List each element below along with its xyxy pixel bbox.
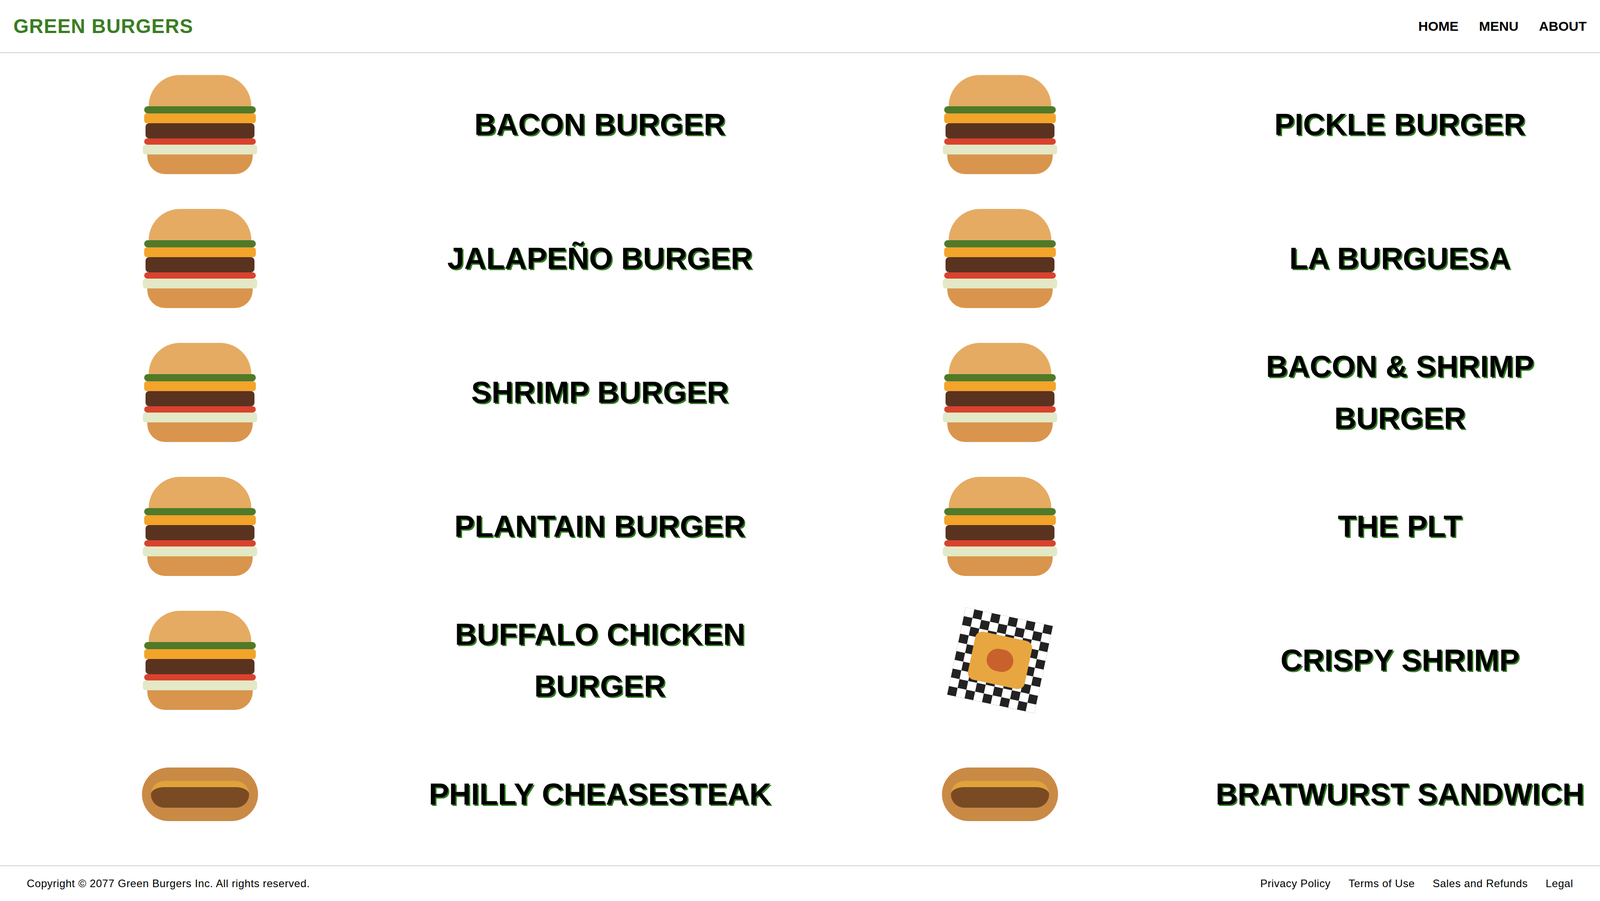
nav-link[interactable]: MENU bbox=[1479, 16, 1519, 37]
sandwich-photo bbox=[139, 760, 261, 828]
menu-item[interactable]: PICKLE BURGER bbox=[800, 57, 1600, 192]
menu-item[interactable]: PHILLY CHEASESTEAK bbox=[0, 727, 800, 862]
menu-item-name[interactable]: BUFFALO CHICKEN BURGER bbox=[408, 608, 792, 712]
basket-photo bbox=[941, 602, 1059, 719]
burger-photo bbox=[941, 208, 1059, 309]
menu-item-name[interactable]: THE PLT bbox=[1337, 500, 1463, 553]
menu-item[interactable]: BACON & SHRIMP BURGER bbox=[800, 325, 1600, 460]
burger-photo bbox=[941, 342, 1059, 442]
burger-photo bbox=[941, 476, 1059, 576]
menu-item[interactable]: THE PLT bbox=[800, 459, 1600, 594]
menu-item[interactable]: SHRIMP BURGER bbox=[0, 325, 800, 460]
menu-item-name[interactable]: BRATWURST SANDWICH bbox=[1215, 768, 1585, 821]
footer-link[interactable]: Privacy Policy bbox=[1260, 875, 1331, 892]
menu-item-name[interactable]: JALAPEÑO BURGER bbox=[447, 232, 753, 285]
menu-item[interactable]: BACON BURGER bbox=[0, 57, 800, 192]
burger-photo bbox=[141, 342, 259, 442]
footer: Copyright © 2077 Green Burgers Inc. All … bbox=[0, 865, 1600, 901]
burger-photo bbox=[141, 208, 259, 309]
menu-item-name[interactable]: SHRIMP BURGER bbox=[471, 366, 730, 419]
logo[interactable]: GREEN BURGERS bbox=[13, 11, 194, 42]
burger-photo bbox=[941, 75, 1059, 175]
menu-item[interactable]: JALAPEÑO BURGER bbox=[0, 191, 800, 326]
menu-item-name[interactable]: PHILLY CHEASESTEAK bbox=[428, 768, 771, 821]
menu-item-name[interactable]: BACON BURGER bbox=[474, 98, 726, 151]
nav: HOME MENU ABOUT bbox=[1418, 16, 1587, 37]
copyright: Copyright © 2077 Green Burgers Inc. All … bbox=[26, 875, 310, 892]
footer-link[interactable]: Legal bbox=[1545, 875, 1574, 892]
footer-link[interactable]: Sales and Refunds bbox=[1432, 875, 1528, 892]
menu-item[interactable]: LA BURGUESA bbox=[800, 191, 1600, 326]
menu-item-name[interactable]: PICKLE BURGER bbox=[1274, 98, 1526, 151]
menu-item-name[interactable]: BACON & SHRIMP BURGER bbox=[1208, 340, 1592, 444]
burger-photo bbox=[141, 476, 259, 576]
nav-link[interactable]: ABOUT bbox=[1538, 16, 1587, 37]
menu-item[interactable]: BUFFALO CHICKEN BURGER bbox=[0, 593, 800, 728]
menu-item[interactable]: PLANTAIN BURGER bbox=[0, 459, 800, 594]
menu-item[interactable]: CRISPY SHRIMP bbox=[800, 593, 1600, 728]
menu-item-name[interactable]: PLANTAIN BURGER bbox=[454, 500, 746, 553]
burger-photo bbox=[141, 75, 259, 175]
sandwich-photo bbox=[939, 760, 1061, 828]
menu-item-name[interactable]: CRISPY SHRIMP bbox=[1280, 634, 1520, 687]
header: GREEN BURGERS HOME MENU ABOUT bbox=[0, 0, 1600, 54]
nav-link[interactable]: HOME bbox=[1418, 16, 1459, 37]
menu-grid: BACON BURGER PICKLE BURGER JALAPEÑO BURGER… bbox=[0, 53, 1600, 866]
menu-item-name[interactable]: LA BURGUESA bbox=[1289, 232, 1511, 285]
page: GREEN BURGERS HOME MENU ABOUT BACON BURGER PI… bbox=[0, 0, 1600, 901]
menu-item[interactable]: BRATWURST SANDWICH bbox=[800, 727, 1600, 862]
footer-link[interactable]: Terms of Use bbox=[1348, 875, 1416, 892]
burger-photo bbox=[141, 610, 259, 710]
